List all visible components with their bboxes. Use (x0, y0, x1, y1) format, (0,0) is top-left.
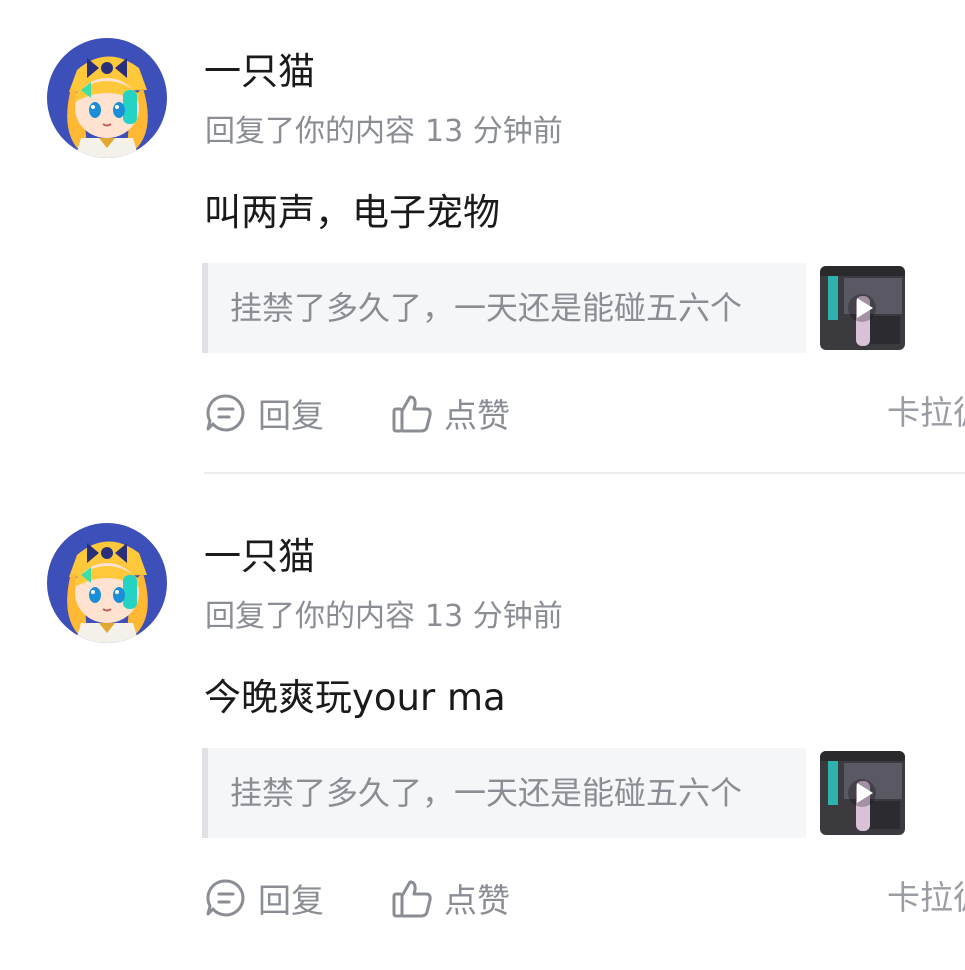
like-button[interactable]: 点赞 (390, 873, 510, 923)
video-thumbnail[interactable] (820, 751, 905, 835)
reply-button[interactable]: 回复 (204, 873, 324, 923)
action-bar: 回复 点赞 卡拉彼 (0, 388, 965, 438)
like-button[interactable]: 点赞 (390, 388, 510, 438)
thumbs-up-icon (390, 876, 434, 920)
reply-label: 回复 (258, 881, 324, 920)
action-text: 回复了你的内容 (205, 114, 415, 149)
username[interactable]: 一只猫 (204, 48, 315, 96)
comment-icon (204, 391, 248, 435)
username[interactable]: 一只猫 (204, 533, 315, 581)
avatar[interactable] (47, 523, 167, 643)
source-label[interactable]: 卡拉彼 (887, 388, 965, 438)
comment-icon (204, 876, 248, 920)
action-bar: 回复 点赞 卡拉彼 (0, 873, 965, 923)
notification-item[interactable]: 一只猫 回复了你的内容 13 分钟前 今晚爽玩your ma 挂禁了多久了，一天还… (0, 485, 965, 970)
reply-label: 回复 (258, 396, 324, 435)
avatar[interactable] (47, 38, 167, 158)
like-label: 点赞 (444, 396, 510, 435)
timestamp: 13 分钟前 (425, 599, 563, 634)
reply-content: 今晚爽玩your ma (204, 676, 506, 719)
timestamp: 13 分钟前 (425, 114, 563, 149)
action-text: 回复了你的内容 (205, 599, 415, 634)
quoted-content[interactable]: 挂禁了多久了，一天还是能碰五六个 (202, 263, 806, 353)
quoted-text: 挂禁了多久了，一天还是能碰五六个 (230, 774, 743, 812)
video-thumbnail[interactable] (820, 266, 905, 350)
notification-meta: 回复了你的内容 13 分钟前 (205, 112, 563, 152)
divider (204, 472, 965, 474)
reply-content: 叫两声，电子宠物 (204, 191, 500, 234)
thumbs-up-icon (390, 391, 434, 435)
like-label: 点赞 (444, 881, 510, 920)
quoted-content[interactable]: 挂禁了多久了，一天还是能碰五六个 (202, 748, 806, 838)
notification-meta: 回复了你的内容 13 分钟前 (205, 597, 563, 637)
quoted-text: 挂禁了多久了，一天还是能碰五六个 (230, 289, 743, 327)
reply-button[interactable]: 回复 (204, 388, 324, 438)
notification-item[interactable]: 一只猫 回复了你的内容 13 分钟前 叫两声，电子宠物 挂禁了多久了，一天还是能碰… (0, 0, 965, 485)
source-label[interactable]: 卡拉彼 (887, 873, 965, 923)
